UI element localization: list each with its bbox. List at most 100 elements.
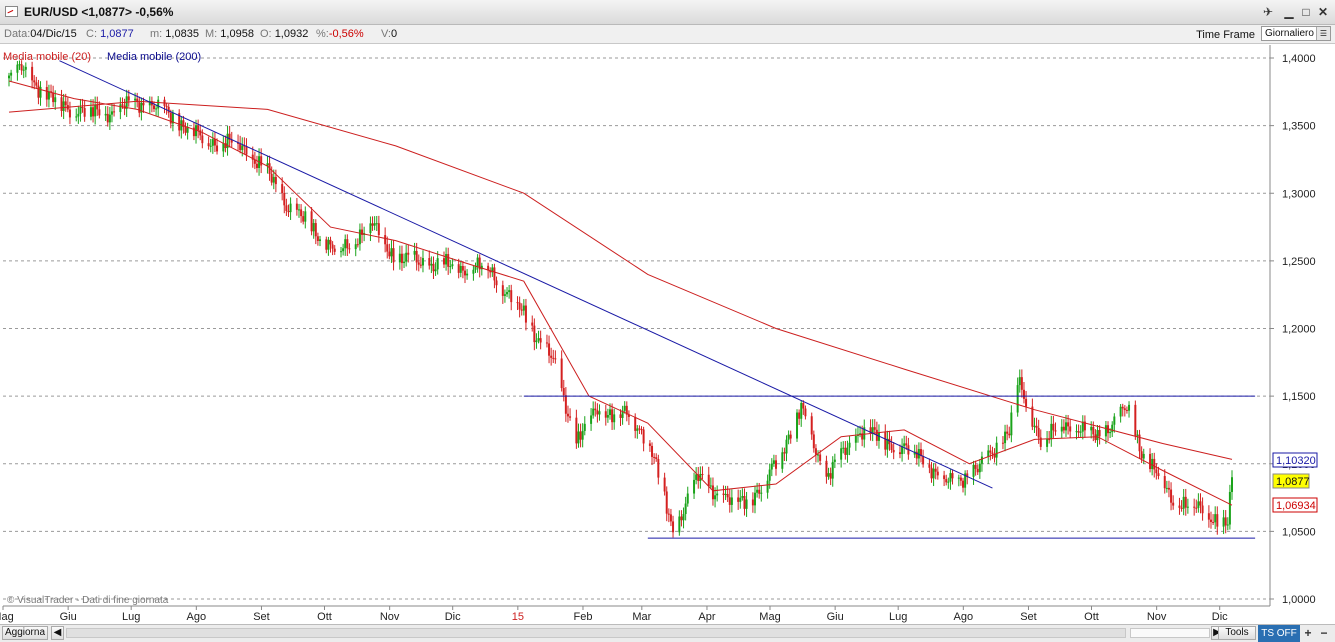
zoom-out-icon[interactable]: − (1318, 626, 1330, 640)
candle-body (613, 414, 616, 423)
candle-body (583, 423, 586, 431)
candle-body (760, 492, 763, 494)
candle-body (829, 473, 832, 479)
candle-body (10, 72, 13, 76)
candle-body (562, 388, 565, 396)
candle-body (1149, 453, 1152, 470)
candle-body (1226, 524, 1229, 526)
candle-body (783, 452, 786, 454)
candle-body (1172, 502, 1175, 506)
candle-body (1222, 517, 1225, 527)
candle-body (1052, 423, 1055, 431)
candle-body (756, 489, 759, 493)
candle-body (1109, 432, 1112, 434)
scroll-left-button[interactable]: ◀ (51, 626, 64, 640)
candle-body (442, 258, 445, 265)
ts-off-button[interactable]: TS OFF (1258, 625, 1300, 642)
candle-body (285, 205, 288, 211)
candle-body (222, 143, 225, 152)
candle-body (1096, 430, 1099, 441)
candle-body (466, 273, 469, 276)
price-chart[interactable]: 1,4000 1,3500 1,3000 1,2500 1,2000 1,1500 1,10… (0, 0, 1335, 642)
candle-body (1212, 521, 1215, 523)
candle-body (1010, 412, 1013, 436)
candle-body (516, 302, 519, 304)
candle-body (550, 355, 553, 358)
candle-body (884, 432, 887, 450)
x-tick-label: Mag (0, 611, 14, 623)
candle-body (1134, 404, 1137, 436)
candle-body (405, 252, 408, 262)
candle-body (844, 447, 847, 455)
candle-body (947, 481, 950, 483)
candle-body (854, 435, 857, 443)
candle-body (417, 262, 420, 265)
candle-body (138, 102, 141, 113)
candle-body (297, 209, 300, 211)
ma20-price-tag: 1,06934 (1276, 500, 1316, 512)
x-tick-label: Nov (380, 611, 400, 623)
candle-body (354, 244, 357, 250)
candle-body (186, 127, 189, 133)
candle-body (64, 101, 67, 106)
candle-body (1022, 389, 1025, 399)
candle-body (239, 143, 242, 151)
candle-body (623, 405, 626, 411)
candle-body (1020, 377, 1023, 390)
candle-body (1178, 505, 1181, 508)
refresh-button[interactable]: Aggiorna (2, 626, 48, 640)
candle-body (241, 145, 244, 151)
trendline (59, 60, 993, 489)
candle-body (8, 75, 10, 79)
candle-body (127, 96, 130, 101)
x-tick-label: Giu (60, 611, 77, 623)
candle-body (421, 258, 424, 266)
ma20-line (8, 80, 1233, 506)
candle-body (636, 428, 639, 431)
candle-body (52, 92, 55, 103)
tools-button[interactable]: Tools (1218, 626, 1256, 640)
candle-body (1193, 506, 1196, 508)
candle-body (951, 473, 954, 479)
candle-body (785, 439, 788, 454)
candle-body (695, 474, 698, 480)
candle-body (119, 104, 122, 113)
candle-body (545, 342, 548, 344)
candle-body (300, 209, 303, 217)
candle-body (436, 258, 439, 270)
candle-body (312, 223, 315, 232)
candle-body (663, 477, 666, 492)
candle-body (814, 448, 817, 455)
x-tick-label: Giu (827, 611, 844, 623)
candle-body (846, 447, 849, 455)
candle-body (327, 239, 330, 250)
candle-body (37, 85, 40, 98)
candle-body (522, 305, 525, 311)
candle-body (1128, 404, 1131, 411)
candle-body (392, 248, 395, 263)
candle-body (672, 521, 675, 533)
candle-body (1216, 514, 1219, 527)
candle-body (22, 69, 25, 71)
candle-body (60, 97, 63, 111)
candle-body (501, 285, 504, 296)
candle-body (340, 251, 343, 253)
candle-body (430, 263, 433, 266)
candle-body (287, 210, 290, 213)
candle-body (1125, 409, 1128, 411)
candle-body (728, 497, 731, 505)
candle-body (472, 269, 475, 274)
horizontal-scrollbar[interactable] (66, 628, 1126, 638)
zoom-in-icon[interactable]: + (1302, 626, 1314, 640)
y-tick-label: 1,2000 (1282, 324, 1316, 336)
scroll-thumb[interactable] (1130, 628, 1210, 638)
candle-body (604, 411, 607, 418)
candle-body (962, 480, 965, 488)
bottom-toolbar: Aggiorna ◀ ▶ Tools TS OFF + − (0, 624, 1335, 642)
candle-body (348, 248, 351, 250)
candle-body (390, 248, 393, 257)
candle-body (1136, 434, 1139, 436)
candle-body (1033, 425, 1036, 427)
candle-body (108, 114, 111, 123)
price-axis: 1,4000 1,3500 1,3000 1,2500 1,2000 1,1500 1,10… (1270, 53, 1318, 606)
